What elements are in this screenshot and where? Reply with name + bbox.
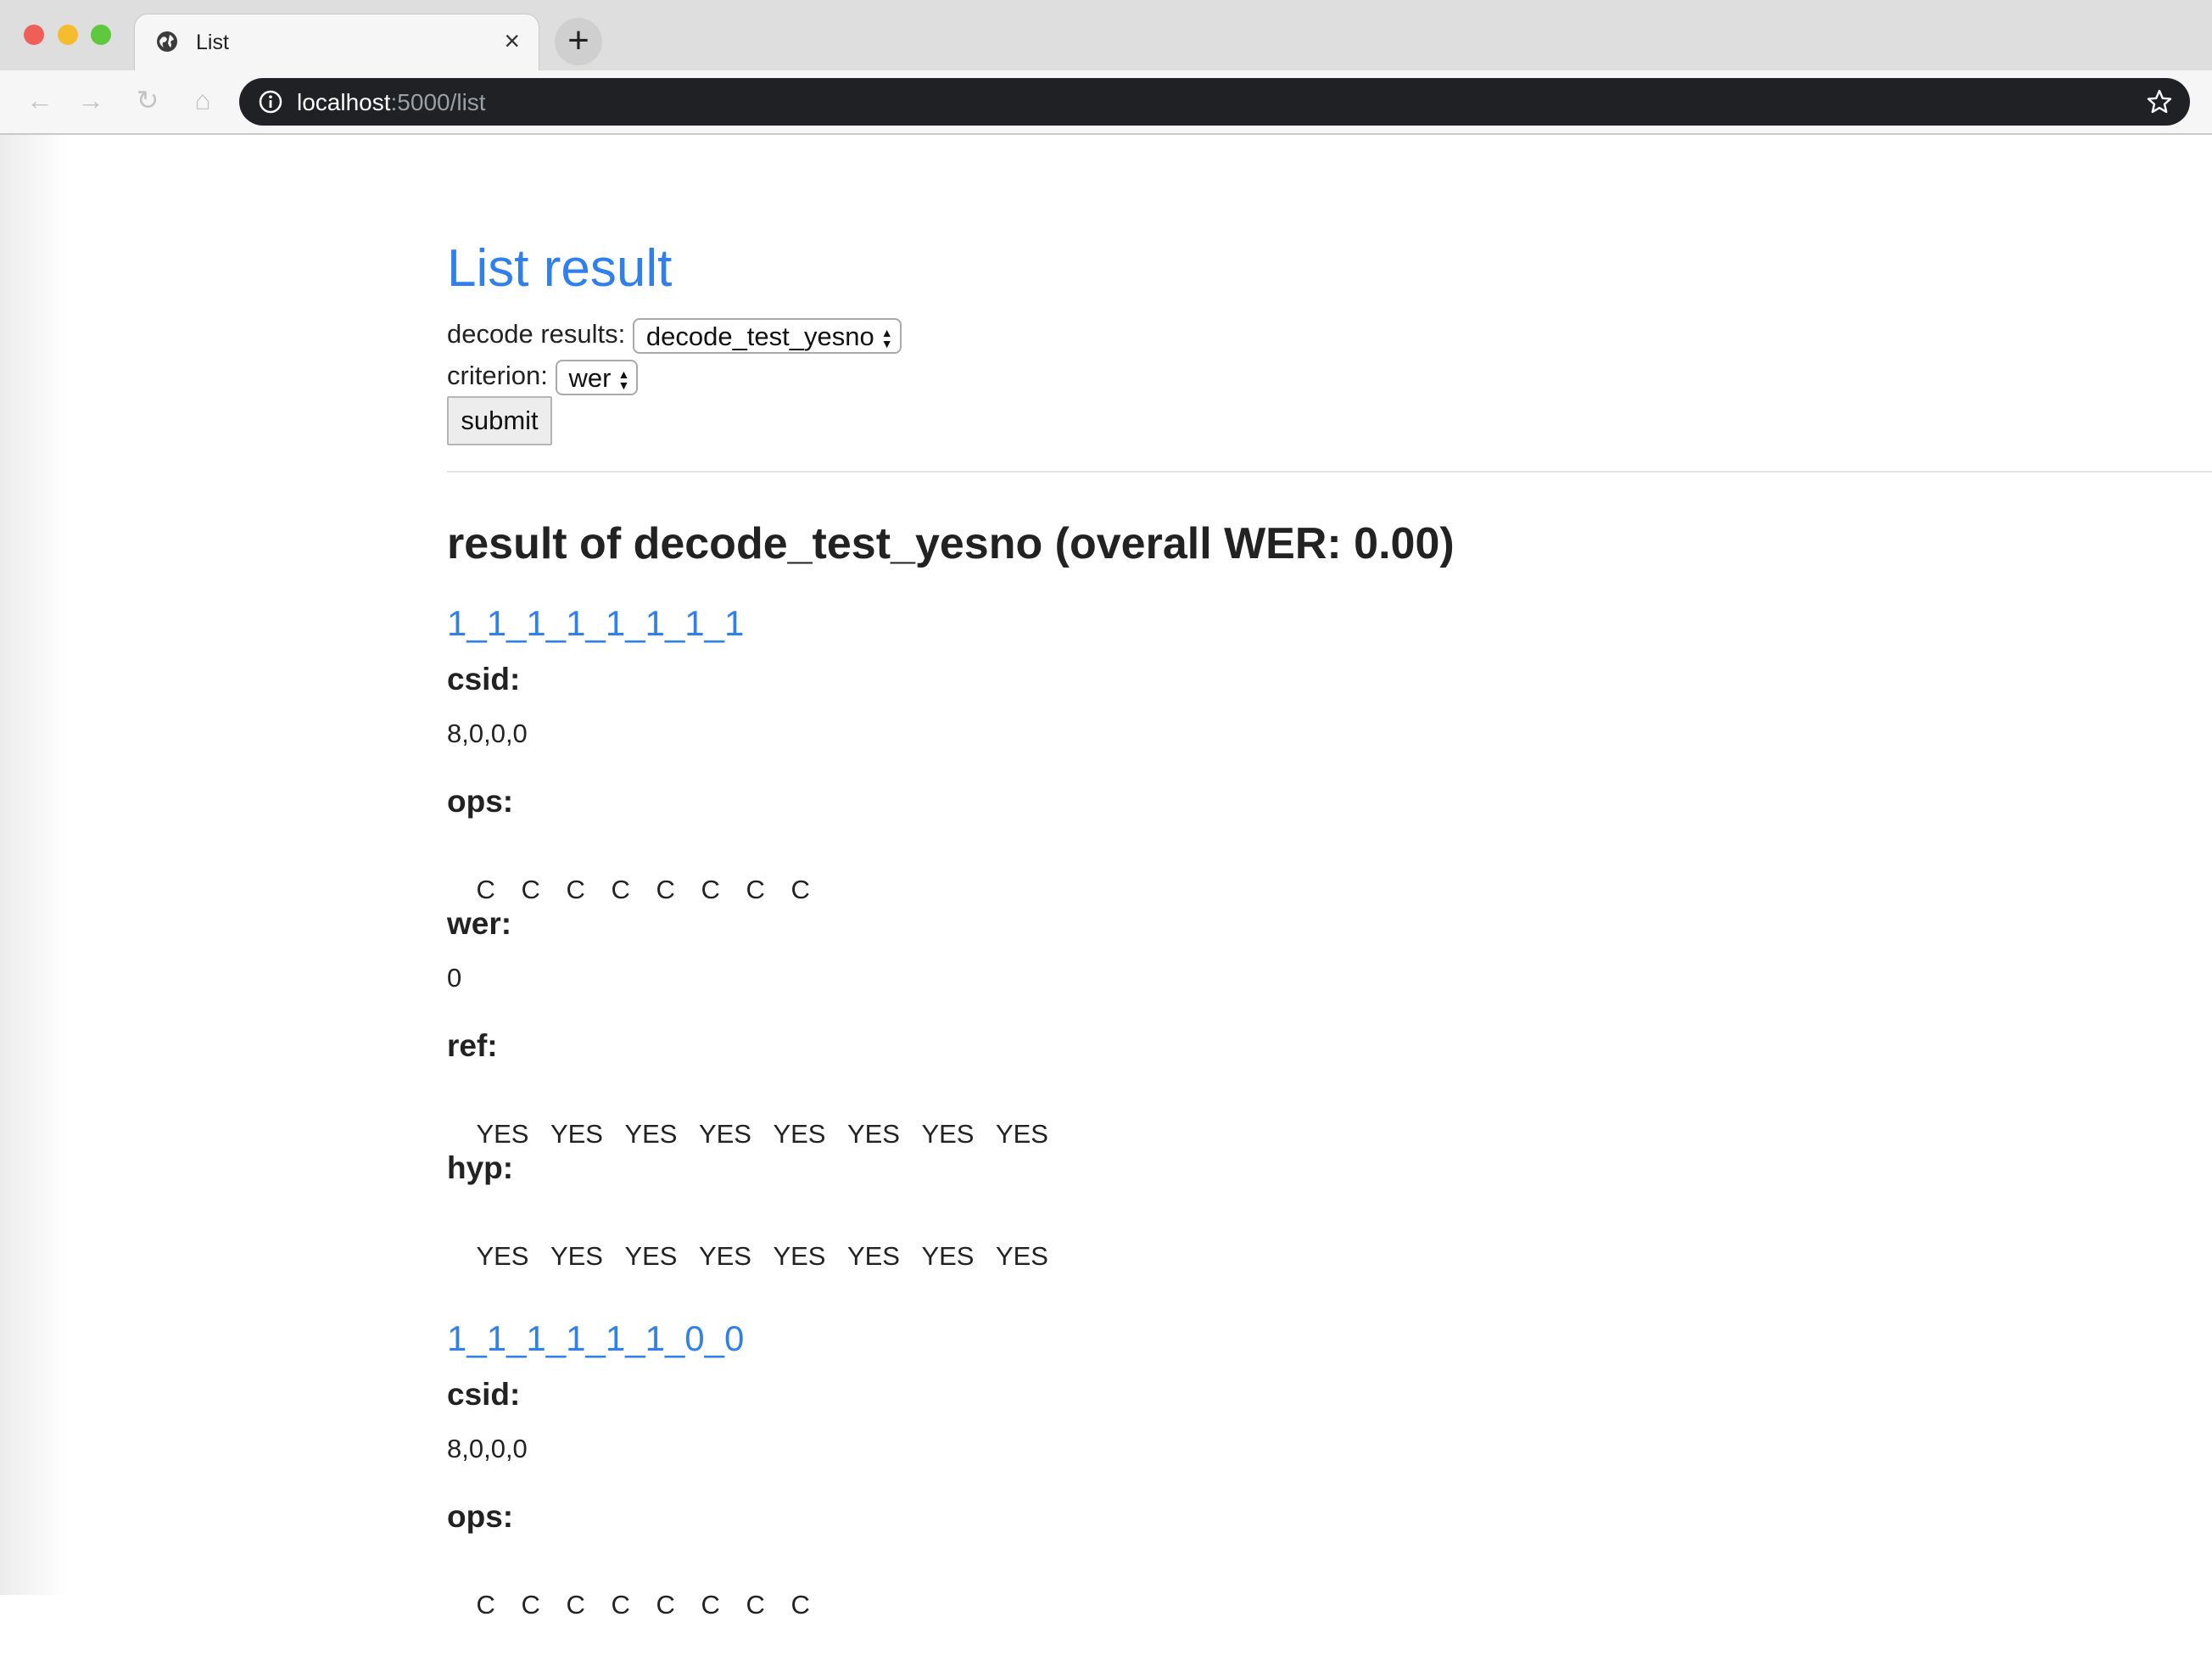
op-token: C bbox=[656, 875, 675, 904]
hyp-value: YES YES YES YES YES YES YES YES bbox=[447, 1206, 1070, 1307]
op-token: C bbox=[656, 1590, 675, 1620]
decode-results-label: decode results: bbox=[447, 319, 626, 349]
ref-label: ref: bbox=[447, 1028, 498, 1063]
criterion-selected-value: wer bbox=[568, 362, 612, 393]
address-bar[interactable]: localhost:5000/list bbox=[239, 78, 2190, 126]
op-token: C bbox=[476, 875, 495, 904]
hyp-token: YES bbox=[921, 1241, 975, 1271]
op-token: C bbox=[611, 875, 630, 904]
decode-results-select[interactable]: decode_test_yesno ▲ ▼ bbox=[632, 317, 902, 354]
hyp-token: YES bbox=[846, 1241, 900, 1271]
csid-label: csid: bbox=[447, 662, 521, 697]
browser-tab-strip: List × + bbox=[0, 0, 2212, 70]
page-title: List result bbox=[447, 239, 673, 298]
url-host: localhost bbox=[297, 89, 391, 115]
criterion-select[interactable]: wer ▲ ▼ bbox=[555, 359, 639, 395]
submit-button[interactable]: submit bbox=[447, 396, 552, 445]
ref-token: YES bbox=[550, 1119, 603, 1149]
op-token: C bbox=[790, 875, 810, 904]
wer-label: wer: bbox=[447, 906, 512, 941]
criterion-row: criterion: wer ▲ ▼ bbox=[447, 357, 639, 395]
result-heading: result of decode_test_yesno (overall WER… bbox=[447, 519, 1455, 568]
hyp-label: hyp: bbox=[447, 1150, 514, 1185]
decode-results-selected-value: decode_test_yesno bbox=[645, 321, 874, 351]
browser-toolbar: ← → ↻ ⌂ localhost:5000/list bbox=[0, 70, 2212, 135]
ref-token: YES bbox=[921, 1119, 975, 1149]
ref-token: YES bbox=[624, 1119, 678, 1149]
op-token: C bbox=[611, 1590, 630, 1620]
decode-results-row: decode results: decode_test_yesno ▲ ▼ bbox=[447, 316, 902, 354]
url-text[interactable]: localhost:5000/list bbox=[297, 89, 486, 116]
op-token: C bbox=[701, 1590, 720, 1620]
utterance-link-1[interactable]: 1_1_1_1_1_1_1_1 bbox=[447, 602, 744, 645]
minimize-window-button[interactable] bbox=[58, 25, 78, 45]
csid-label: csid: bbox=[447, 1377, 521, 1412]
op-token: C bbox=[476, 1590, 495, 1620]
select-arrows-icon: ▲ ▼ bbox=[880, 325, 893, 350]
new-tab-button[interactable]: + bbox=[555, 18, 602, 65]
ref-token: YES bbox=[476, 1119, 529, 1149]
home-icon[interactable]: ⌂ bbox=[188, 86, 217, 115]
globe-icon bbox=[157, 31, 177, 52]
op-token: C bbox=[566, 875, 585, 904]
op-token: C bbox=[521, 875, 540, 904]
csid-value: 8,0,0,0 bbox=[447, 719, 528, 748]
csid-value: 8,0,0,0 bbox=[447, 1434, 528, 1463]
divider bbox=[447, 471, 2212, 473]
ops-label: ops: bbox=[447, 1499, 514, 1534]
url-path: :5000/list bbox=[390, 89, 486, 115]
back-arrow-icon[interactable]: ← bbox=[25, 86, 54, 115]
hyp-token: YES bbox=[698, 1241, 751, 1271]
hyp-token: YES bbox=[773, 1241, 826, 1271]
op-token: C bbox=[746, 875, 765, 904]
wer-value: 0 bbox=[447, 963, 462, 993]
reload-icon[interactable]: ↻ bbox=[133, 86, 162, 115]
close-tab-icon[interactable]: × bbox=[504, 26, 520, 55]
utterance-link-2[interactable]: 1_1_1_1_1_1_0_0 bbox=[447, 1318, 744, 1360]
tab-title: List bbox=[196, 31, 229, 54]
ref-token: YES bbox=[698, 1119, 751, 1149]
page-edge-shade bbox=[0, 135, 68, 1595]
maximize-window-button[interactable] bbox=[91, 25, 111, 45]
op-token: C bbox=[746, 1590, 765, 1620]
bookmark-star-icon[interactable] bbox=[2146, 88, 2173, 115]
hyp-token: YES bbox=[476, 1241, 529, 1271]
op-token: C bbox=[790, 1590, 810, 1620]
hyp-token: YES bbox=[624, 1241, 678, 1271]
ops-label: ops: bbox=[447, 784, 514, 819]
op-token: C bbox=[701, 875, 720, 904]
hyp-token: YES bbox=[995, 1241, 1048, 1271]
browser-tab-active[interactable]: List × bbox=[134, 14, 539, 70]
ref-value: YES YES YES YES YES YES YES YES bbox=[447, 1083, 1070, 1185]
ops-value: CCCCCCCC bbox=[447, 1554, 835, 1656]
forward-arrow-icon[interactable]: → bbox=[76, 86, 105, 115]
hyp-token: YES bbox=[550, 1241, 603, 1271]
op-token: C bbox=[521, 1590, 540, 1620]
info-icon[interactable] bbox=[258, 89, 283, 115]
close-window-button[interactable] bbox=[24, 25, 44, 45]
ref-token: YES bbox=[773, 1119, 826, 1149]
ref-token: YES bbox=[995, 1119, 1048, 1149]
op-token: C bbox=[566, 1590, 585, 1620]
criterion-label: criterion: bbox=[447, 361, 548, 390]
ref-token: YES bbox=[846, 1119, 900, 1149]
select-arrows-icon: ▲ ▼ bbox=[617, 366, 629, 392]
